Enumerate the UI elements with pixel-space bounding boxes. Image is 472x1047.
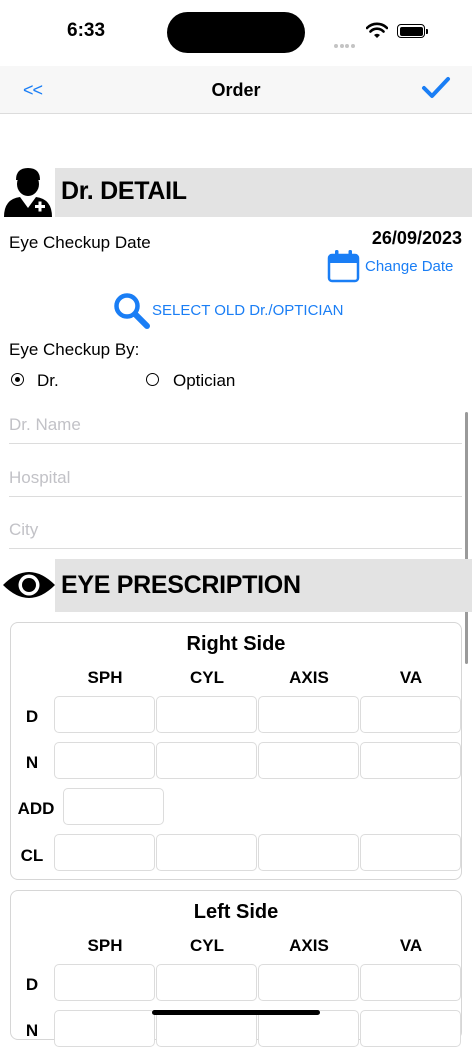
left-col-va: VA (399, 936, 423, 955)
right-n-va-input[interactable] (360, 742, 461, 779)
hospital-placeholder: Hospital (9, 468, 71, 487)
hospital-field[interactable]: Hospital (9, 456, 462, 497)
left-col-axis: AXIS (289, 936, 329, 955)
eye-icon (2, 568, 56, 607)
checkup-date-label: Eye Checkup Date (9, 233, 151, 252)
left-n-sph-input[interactable] (54, 1010, 155, 1047)
city-placeholder: City (9, 520, 39, 539)
radio-doctor-label[interactable]: Dr. (37, 371, 59, 391)
left-side-card: Left Side SPH CYL AXIS VA D N (10, 890, 462, 1047)
doctor-name-field[interactable]: Dr. Name (9, 403, 462, 444)
status-time: 6:33 (67, 20, 106, 41)
right-row-n: N (25, 753, 39, 772)
right-add-input[interactable] (63, 788, 164, 825)
dynamic-island (167, 12, 305, 53)
right-n-sph-input[interactable] (54, 742, 155, 779)
left-n-cyl-input[interactable] (156, 1010, 257, 1047)
right-row-add: ADD (17, 799, 55, 818)
doctor-icon (2, 166, 54, 223)
right-side-title: Right Side (186, 633, 286, 655)
right-cl-va-input[interactable] (360, 834, 461, 871)
left-d-va-input[interactable] (360, 964, 461, 1001)
left-col-cyl: CYL (190, 936, 224, 955)
right-row-d: D (25, 707, 39, 726)
right-cl-axis-input[interactable] (258, 834, 359, 871)
checkup-date-value: 26/09/2023 (371, 228, 462, 248)
battery-icon (397, 24, 428, 38)
left-side-title: Left Side (193, 901, 279, 923)
doctor-name-placeholder: Dr. Name (9, 415, 81, 434)
right-col-sph: SPH (87, 668, 123, 687)
radio-optician[interactable] (146, 373, 159, 386)
right-row-cl: CL (20, 846, 44, 865)
right-n-axis-input[interactable] (258, 742, 359, 779)
checkmark-icon[interactable] (421, 75, 451, 106)
right-d-cyl-input[interactable] (156, 696, 257, 733)
prescription-section-title: EYE PRESCRIPTION (61, 571, 301, 599)
radio-optician-label[interactable]: Optician (173, 371, 235, 391)
calendar-icon[interactable] (327, 249, 360, 288)
right-side-card: Right Side SPH CYL AXIS VA D N ADD CL (10, 622, 462, 880)
right-d-va-input[interactable] (360, 696, 461, 733)
home-indicator[interactable] (152, 1010, 320, 1015)
left-n-va-input[interactable] (360, 1010, 461, 1047)
left-row-d: D (25, 975, 39, 994)
doctor-section-title: Dr. DETAIL (61, 177, 187, 205)
left-row-n: N (25, 1021, 39, 1040)
left-d-axis-input[interactable] (258, 964, 359, 1001)
wifi-icon (365, 22, 389, 44)
search-icon[interactable] (113, 292, 151, 335)
right-col-axis: AXIS (289, 668, 329, 687)
change-date-button[interactable]: Change Date (365, 258, 453, 275)
left-col-sph: SPH (87, 936, 123, 955)
right-col-va: VA (399, 668, 423, 687)
select-old-doctor-button[interactable]: SELECT OLD Dr./OPTICIAN (152, 302, 343, 319)
left-n-axis-input[interactable] (258, 1010, 359, 1047)
signal-icon (334, 35, 356, 53)
right-cl-cyl-input[interactable] (156, 834, 257, 871)
right-n-cyl-input[interactable] (156, 742, 257, 779)
left-d-cyl-input[interactable] (156, 964, 257, 1001)
right-cl-sph-input[interactable] (54, 834, 155, 871)
right-d-sph-input[interactable] (54, 696, 155, 733)
page-title: Order (211, 80, 261, 100)
right-col-cyl: CYL (190, 668, 224, 687)
checkup-by-label: Eye Checkup By: (9, 340, 140, 359)
left-d-sph-input[interactable] (54, 964, 155, 1001)
city-field[interactable]: City (9, 508, 462, 549)
radio-doctor[interactable] (11, 373, 24, 386)
right-d-axis-input[interactable] (258, 696, 359, 733)
scrollbar[interactable] (465, 412, 468, 664)
